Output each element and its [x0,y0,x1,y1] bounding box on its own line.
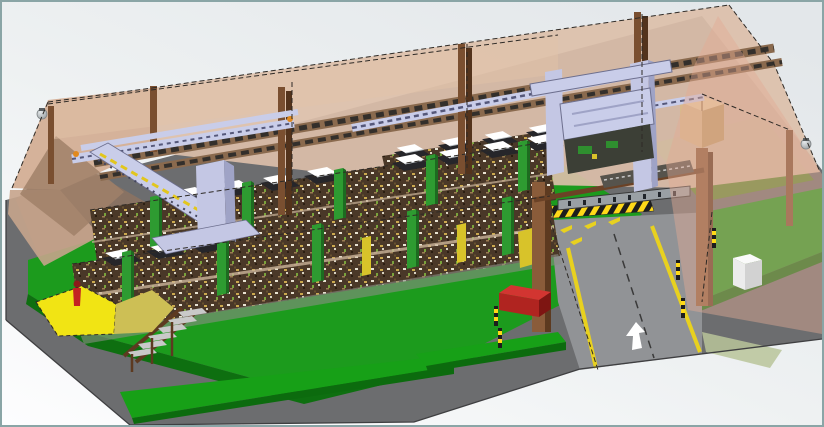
worker-body [73,288,81,306]
beam-tip-orange-1 [73,151,79,157]
worker-head [74,281,81,288]
machinery-yellow-dot [592,154,597,159]
worker [73,281,81,307]
interior-post-1b [286,91,292,215]
interior-post-1 [278,87,285,215]
cad-viewport[interactable] [0,0,824,427]
model-scene [2,2,822,425]
cabinet-side [745,260,762,290]
corner-post-left [48,106,54,184]
electrical-cabinet [733,254,762,290]
